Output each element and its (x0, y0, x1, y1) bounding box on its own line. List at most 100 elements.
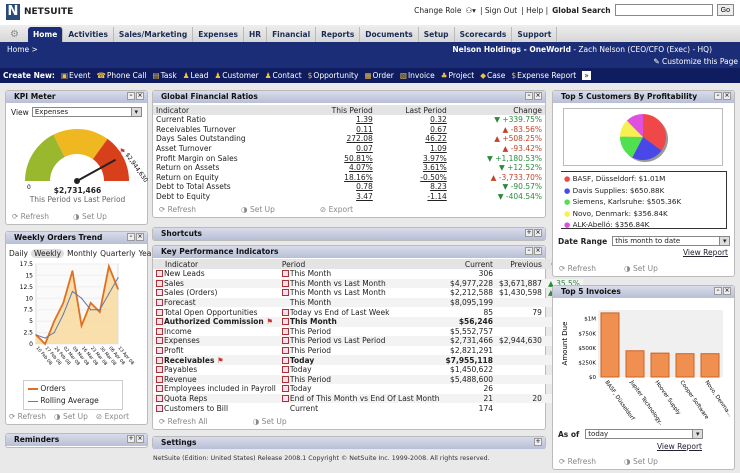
period-icon[interactable] (281, 327, 289, 335)
kpi-chart-icon[interactable] (156, 299, 163, 307)
indicator[interactable]: Income (153, 327, 279, 337)
minimize-icon[interactable]: – (714, 92, 722, 100)
period-icon[interactable] (281, 366, 289, 374)
this-period-link[interactable]: 18.16% (302, 173, 376, 183)
tab-expenses[interactable]: Expenses (193, 27, 244, 42)
tab-hr[interactable]: HR (244, 27, 268, 42)
tab-activities[interactable]: Activities (63, 27, 114, 42)
global-search-input[interactable] (614, 4, 713, 16)
this-period-link[interactable]: 3.47 (302, 192, 376, 202)
kpi-chart-icon[interactable] (156, 270, 163, 278)
create-customer[interactable]: ♟Customer (215, 71, 259, 80)
kpi-chart-icon[interactable] (156, 337, 163, 345)
indicator[interactable]: New Leads (153, 269, 279, 279)
this-period-link[interactable]: 272.08 (302, 134, 376, 144)
kpi-chart-icon[interactable] (156, 308, 163, 316)
indicator[interactable]: Revenue (153, 374, 279, 385)
refresh-button[interactable]: ⟳ Refresh (9, 412, 46, 421)
tab-setup[interactable]: Setup (419, 27, 455, 42)
gear-icon[interactable]: ⚙ (8, 27, 28, 42)
role-icon[interactable]: ⚇▾ (465, 6, 476, 15)
refresh-button[interactable]: ⟳ Refresh (559, 264, 596, 273)
last-period-link[interactable]: 0.32 (376, 115, 450, 125)
refresh-button[interactable]: ⟳ Refresh (12, 212, 49, 221)
create-event[interactable]: ▣Event (61, 71, 91, 80)
setup-button[interactable]: ◑ Set Up (54, 412, 88, 421)
indicator[interactable]: Customers to Bill (153, 403, 279, 413)
setup-button[interactable]: ◑ Set Up (624, 264, 658, 273)
expand-icon[interactable]: + (534, 438, 542, 446)
period-monthly[interactable]: Monthly (67, 249, 97, 258)
help-link[interactable]: | Help | (521, 6, 548, 15)
period-icon[interactable] (281, 385, 289, 393)
create-project[interactable]: ♣Project (441, 71, 474, 80)
last-period-link[interactable]: 8.23 (376, 182, 450, 192)
create-invoice[interactable]: ▧Invoice (400, 71, 435, 80)
create-contact[interactable]: ♟Contact (265, 71, 302, 80)
more-icon[interactable]: » (582, 71, 591, 80)
go-button[interactable]: Go (716, 4, 734, 16)
this-period-link[interactable]: 4.07% (302, 163, 376, 173)
kpi-chart-icon[interactable] (156, 289, 163, 297)
kpi-chart-icon[interactable] (156, 279, 163, 287)
expand-icon[interactable]: + (127, 435, 135, 443)
last-period-link[interactable]: 46.22 (376, 134, 450, 144)
period-icon[interactable] (281, 308, 289, 316)
indicator[interactable]: Quota Reps (153, 393, 279, 404)
kpi-chart-icon[interactable] (156, 356, 163, 364)
period-icon[interactable] (281, 289, 289, 297)
view-report-link[interactable]: View Report (657, 442, 702, 451)
period-icon[interactable] (281, 337, 289, 345)
refresh-button[interactable]: ⟳ Refresh (559, 457, 596, 466)
setup-button[interactable]: ◑ Set Up (73, 212, 107, 221)
period-icon[interactable] (281, 270, 289, 278)
indicator[interactable]: Expenses (153, 336, 279, 346)
period-icon[interactable] (281, 375, 289, 383)
refresh-all-button[interactable]: ⟳ Refresh All (159, 417, 208, 426)
last-period-link[interactable]: 3.97% (376, 153, 450, 163)
kpi-chart-icon[interactable] (156, 404, 163, 412)
tab-scorecards[interactable]: Scorecards (455, 27, 513, 42)
minimize-icon[interactable]: – (525, 92, 533, 100)
tab-home[interactable]: Home (28, 27, 64, 42)
last-period-link[interactable]: -1.14 (376, 192, 450, 202)
create-case[interactable]: ◆Case (480, 71, 505, 80)
create-phone-call[interactable]: ☎Phone Call (97, 71, 147, 80)
period-weekly[interactable]: Weekly (30, 249, 65, 258)
indicator[interactable]: Payables (153, 365, 279, 375)
create-opportunity[interactable]: $Opportunity (308, 71, 359, 80)
view-select[interactable]: Expenses (31, 107, 142, 117)
period-icon[interactable] (281, 356, 289, 364)
period-daily[interactable]: Daily (9, 249, 28, 258)
close-icon[interactable]: × (723, 287, 731, 295)
export-button[interactable]: ⊘ Export (96, 412, 129, 421)
period-quarterly[interactable]: Quarterly (100, 249, 136, 258)
indicator[interactable]: Total Open Opportunities (153, 307, 279, 317)
close-icon[interactable]: × (723, 92, 731, 100)
change-role-link[interactable]: Change Role (414, 6, 461, 15)
setup-button[interactable]: ◑ Set Up (241, 205, 275, 214)
period-icon[interactable] (281, 279, 289, 287)
last-period-link[interactable]: 1.09 (376, 144, 450, 154)
period-icon[interactable] (281, 347, 289, 355)
this-period-link[interactable]: 50.81% (302, 153, 376, 163)
close-icon[interactable]: × (534, 247, 542, 255)
close-icon[interactable]: × (136, 92, 144, 100)
sign-out-link[interactable]: | Sign Out (480, 6, 517, 15)
kpi-chart-icon[interactable] (156, 375, 163, 383)
indicator[interactable]: Forecast (153, 297, 279, 308)
tab-reports[interactable]: Reports (316, 27, 361, 42)
create-expense-report[interactable]: $Expense Report (511, 71, 576, 80)
minimize-icon[interactable]: – (525, 247, 533, 255)
this-period-link[interactable]: 0.11 (302, 125, 376, 135)
create-lead[interactable]: ♟Lead (183, 71, 209, 80)
kpi-chart-icon[interactable] (156, 395, 163, 403)
refresh-button[interactable]: ⟳ Refresh (159, 205, 196, 214)
last-period-link[interactable]: 3.61% (376, 163, 450, 173)
kpi-chart-icon[interactable] (156, 366, 163, 374)
setup-button[interactable]: ◑ Set Up (624, 457, 658, 466)
kpi-chart-icon[interactable] (156, 327, 163, 335)
period-icon[interactable] (281, 395, 289, 403)
last-period-link[interactable]: -0.50% (376, 173, 450, 183)
date-range-select[interactable]: this month to date (612, 236, 731, 246)
